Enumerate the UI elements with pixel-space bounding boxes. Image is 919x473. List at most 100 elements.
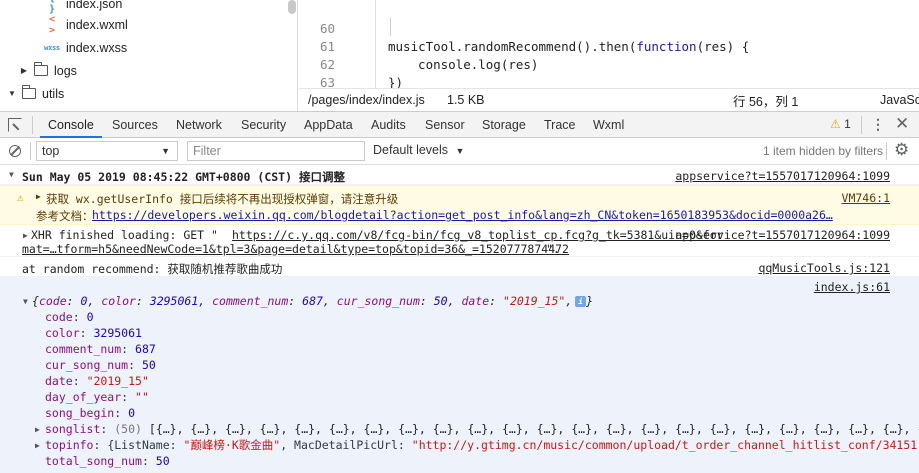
log-source-link[interactable]: appservice?t=1557017120964:1099 <box>675 169 890 183</box>
file-name: index.wxss <box>66 40 128 55</box>
more-options-icon[interactable]: ⋮ <box>871 116 885 133</box>
console-object-log: index.js:61 ▼ {code: 0, color: 3295061, … <box>0 277 919 473</box>
code-editor[interactable]: 60 musicTool.randomRecommend().then(func… <box>299 0 919 88</box>
tab-console[interactable]: Console <box>40 112 102 138</box>
caret-right-icon[interactable]: ▶ <box>35 425 40 434</box>
warning-text: 获取 wx.getUserInfo 接口后续将不再出现授权弹窗，请注意升级 <box>46 192 399 206</box>
context-selector[interactable]: top ▼ <box>36 141 178 161</box>
divider <box>32 116 33 134</box>
tab-sensor[interactable]: Sensor <box>425 112 465 138</box>
tab-security[interactable]: Security <box>241 112 286 138</box>
object-property-topinfo[interactable]: topinfo: {ListName: "巅峰榜·K歌金曲", MacDetai… <box>45 437 919 453</box>
object-property: date: "2019_15" <box>45 374 149 388</box>
warning-icon: ⚠ <box>830 117 841 131</box>
folder-name: utils <box>42 86 65 101</box>
ide-top-area: { } index.json < > index.wxml wxss index… <box>0 0 919 111</box>
object-property: color: 3295061 <box>45 326 142 340</box>
file-index-wxss[interactable]: wxss index.wxss <box>44 36 127 59</box>
object-property: song_begin: 0 <box>45 406 136 420</box>
clear-console-icon[interactable] <box>9 145 21 157</box>
file-tree: { } index.json < > index.wxml wxss index… <box>0 0 298 111</box>
console-message: ▼ Sun May 05 2019 08:45:22 GMT+0800 (CST… <box>0 165 919 185</box>
object-property: cur_song_num: 50 <box>45 358 156 372</box>
xhr-url-link-cont[interactable]: mat=…tform=h5&needNewCode=1&tpl=3&page=d… <box>22 242 569 256</box>
code-line: 60 musicTool.randomRecommend().then(func… <box>299 2 919 54</box>
log-levels-dropdown[interactable]: Default levels ▼ <box>373 143 464 157</box>
log-source-link[interactable]: qqMusicTools.js:121 <box>758 261 890 275</box>
code-line: 63 } <box>299 56 919 88</box>
caret-down-icon[interactable]: ▼ <box>23 297 28 306</box>
language-mode[interactable]: JavaScript <box>880 93 919 107</box>
devtools-tab-bar: Console Sources Network Security AppData… <box>0 111 919 138</box>
console-filter-bar: top ▼ Default levels ▼ 1 item hidden by … <box>0 138 919 165</box>
code-line: 61 console.log(res) <box>299 20 919 72</box>
warning-doc-label: 参考文档： <box>36 209 94 223</box>
xhr-text-end: ". <box>546 242 560 256</box>
wxss-file-icon: wxss <box>44 43 60 52</box>
object-property: code: 0 <box>45 310 94 324</box>
tab-trace[interactable]: Trace <box>544 112 576 138</box>
tab-wxml[interactable]: Wxml <box>593 112 624 138</box>
divider <box>886 142 887 160</box>
xhr-text: XHR finished loading: GET " <box>31 228 218 242</box>
filter-input[interactable] <box>187 141 365 161</box>
caret-right-icon[interactable]: ▶ <box>18 66 30 75</box>
warning-counter[interactable]: ⚠ 1 <box>830 117 851 131</box>
console-warning: ⚠ ▶ 获取 wx.getUserInfo 接口后续将不再出现授权弹窗，请注意升… <box>0 185 919 225</box>
tab-network[interactable]: Network <box>176 112 222 138</box>
chevron-down-icon: ▼ <box>455 146 465 156</box>
chevron-down-icon: ▼ <box>161 146 170 156</box>
settings-gear-icon[interactable]: ⚙ <box>894 140 909 160</box>
hidden-items-info: 1 item hidden by filters <box>763 144 884 158</box>
object-property-songlist[interactable]: songlist: (50) [{…}, {…}, {…}, {…}, {…},… <box>45 421 919 437</box>
log-levels-label: Default levels <box>373 143 449 157</box>
tab-storage[interactable]: Storage <box>482 112 526 138</box>
file-tree-scrollbar[interactable] <box>288 0 296 14</box>
object-property: total_song_num: 50 <box>45 454 170 468</box>
tab-audits[interactable]: Audits <box>371 112 406 138</box>
caret-right-icon[interactable]: ▶ <box>35 441 40 450</box>
editor-status-bar: /pages/index/index.js 1.5 KB 行 56，列 1 Ja… <box>299 88 919 111</box>
log-text: Sun May 05 2019 08:45:22 GMT+0800 (CST) … <box>22 170 345 184</box>
file-path: /pages/index/index.js <box>308 93 425 107</box>
code-line: 64 }) <box>299 74 919 88</box>
caret-down-icon[interactable]: ▼ <box>6 89 18 98</box>
caret-right-icon[interactable]: ▶ <box>36 192 41 201</box>
object-summary[interactable]: {code: 0, color: 3295061, comment_num: 6… <box>32 293 593 309</box>
divider <box>30 142 31 160</box>
warning-count: 1 <box>844 117 851 131</box>
folder-icon <box>34 62 48 76</box>
wxml-file-icon: < > <box>48 13 56 36</box>
console-xhr-message: ▶ XHR finished loading: GET " https://c.… <box>0 225 919 257</box>
close-icon[interactable]: ✕ <box>895 114 909 134</box>
file-size: 1.5 KB <box>447 93 485 107</box>
object-property: comment_num: 687 <box>45 342 156 356</box>
file-name: index.json <box>66 0 123 11</box>
log-source-link[interactable]: appservice?t=1557017120964:1099 <box>675 228 890 242</box>
log-source-link[interactable]: VM746:1 <box>842 191 890 205</box>
caret-down-icon[interactable]: ▼ <box>9 170 14 179</box>
object-property: day_of_year: "" <box>45 390 149 404</box>
code-line: 62 }) <box>299 38 919 88</box>
tab-appdata[interactable]: AppData <box>304 112 353 138</box>
warning-icon: ⚠ <box>17 191 24 204</box>
caret-right-icon[interactable]: ▶ <box>23 231 28 240</box>
console-output: ▼ Sun May 05 2019 08:45:22 GMT+0800 (CST… <box>0 165 919 473</box>
file-name: index.wxml <box>66 17 128 32</box>
inspect-element-icon[interactable] <box>8 118 22 132</box>
log-source-link[interactable]: index.js:61 <box>814 280 890 294</box>
log-text: at random recommend: 获取随机推荐歌曲成功 <box>22 262 283 276</box>
console-message: at random recommend: 获取随机推荐歌曲成功 qqMusicT… <box>0 257 919 277</box>
xhr-url-link[interactable]: https://c.y.qq.com/v8/fcg-bin/fcg_v8_top… <box>232 228 724 242</box>
folder-open-icon <box>22 85 36 99</box>
tab-sources[interactable]: Sources <box>112 112 158 138</box>
folder-logs[interactable]: ▶ logs <box>18 59 77 82</box>
cursor-position[interactable]: 行 56，列 1 <box>733 91 798 110</box>
folder-name: logs <box>54 63 77 78</box>
context-value: top <box>42 144 60 158</box>
info-icon[interactable]: i <box>575 296 586 307</box>
doc-link[interactable]: https://developers.weixin.qq.com/blogdet… <box>92 208 833 222</box>
divider <box>861 116 862 134</box>
folder-utils[interactable]: ▼ utils <box>6 82 64 105</box>
file-index-wxml[interactable]: < > index.wxml <box>44 13 128 36</box>
